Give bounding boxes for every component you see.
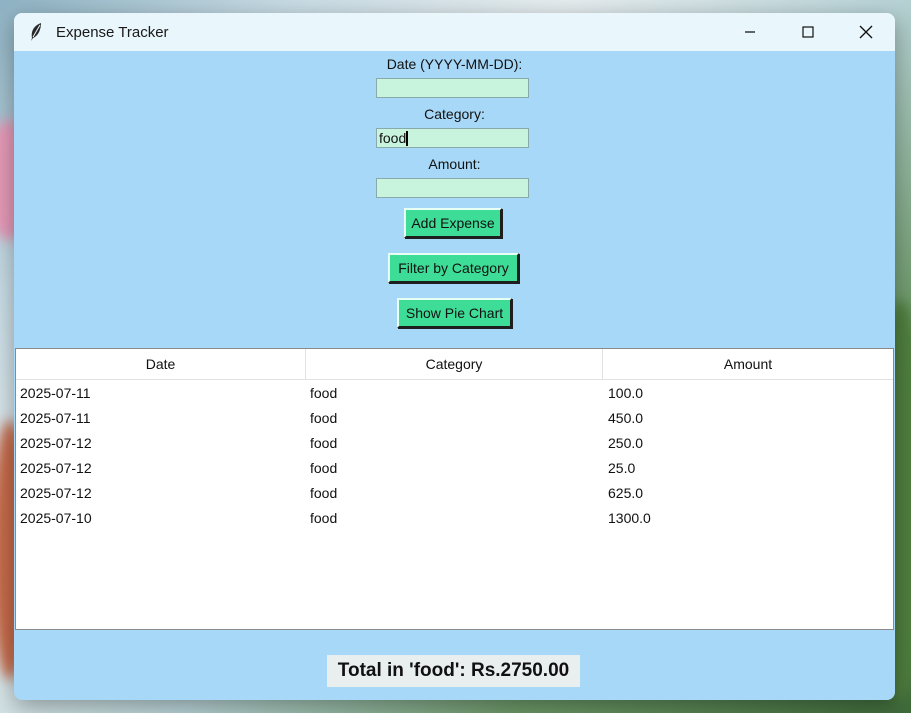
date-label: Date (YYYY-MM-DD): [386,56,523,72]
amount-input[interactable] [376,178,529,198]
window-title: Expense Tracker [56,23,169,41]
minimize-icon [745,31,755,33]
close-button[interactable] [837,13,895,51]
cell-amount: 625.0 [608,484,644,501]
cell-amount: 1300.0 [608,509,651,526]
table-row[interactable]: 2025-07-10 food 1300.0 [16,505,893,530]
cell-date: 2025-07-12 [20,484,92,501]
cell-category: food [310,509,338,526]
amount-label: Amount: [428,156,481,172]
text-caret [406,131,409,146]
cell-date: 2025-07-12 [20,434,92,451]
cell-amount: 250.0 [608,434,644,451]
table-row[interactable]: 2025-07-11 food 100.0 [16,380,893,405]
filter-by-category-button[interactable]: Filter by Category [388,253,519,283]
category-input-value: food [379,130,407,146]
cell-date: 2025-07-10 [20,509,92,526]
expense-table[interactable]: Date Category Amount 2025-07-11 food 100… [15,348,894,630]
column-header-category[interactable]: Category [305,349,602,379]
category-label: Category: [424,106,485,122]
cell-amount: 100.0 [608,384,644,401]
cell-category: food [310,484,338,501]
cell-category: food [310,409,338,426]
cell-category: food [310,459,338,476]
table-row[interactable]: 2025-07-12 food 625.0 [16,480,893,505]
cell-amount: 25.0 [608,459,636,476]
category-input[interactable]: food [376,128,529,148]
table-row[interactable]: 2025-07-11 food 450.0 [16,405,893,430]
column-header-amount[interactable]: Amount [602,349,893,379]
app-window: Expense Tracker Date (YYYY-MM-DD): Categ… [14,13,895,700]
add-expense-button[interactable]: Add Expense [404,208,502,238]
title-bar[interactable]: Expense Tracker [14,13,895,51]
close-icon [859,25,873,39]
cell-category: food [310,384,338,401]
column-header-date[interactable]: Date [16,349,305,379]
maximize-icon [802,26,814,38]
table-row[interactable]: 2025-07-12 food 25.0 [16,455,893,480]
cell-date: 2025-07-11 [20,384,91,401]
show-pie-chart-button[interactable]: Show Pie Chart [397,298,512,328]
cell-date: 2025-07-12 [20,459,92,476]
table-header: Date Category Amount [16,349,893,380]
cell-amount: 450.0 [608,409,644,426]
table-row[interactable]: 2025-07-12 food 250.0 [16,430,893,455]
total-label: Total in 'food': Rs.2750.00 [327,655,580,687]
minimize-button[interactable] [721,13,779,51]
maximize-button[interactable] [779,13,837,51]
expense-form: Date (YYYY-MM-DD): Category: food Amount… [14,51,895,347]
cell-date: 2025-07-11 [20,409,91,426]
date-input[interactable] [376,78,529,98]
feather-icon [26,22,46,42]
cell-category: food [310,434,338,451]
